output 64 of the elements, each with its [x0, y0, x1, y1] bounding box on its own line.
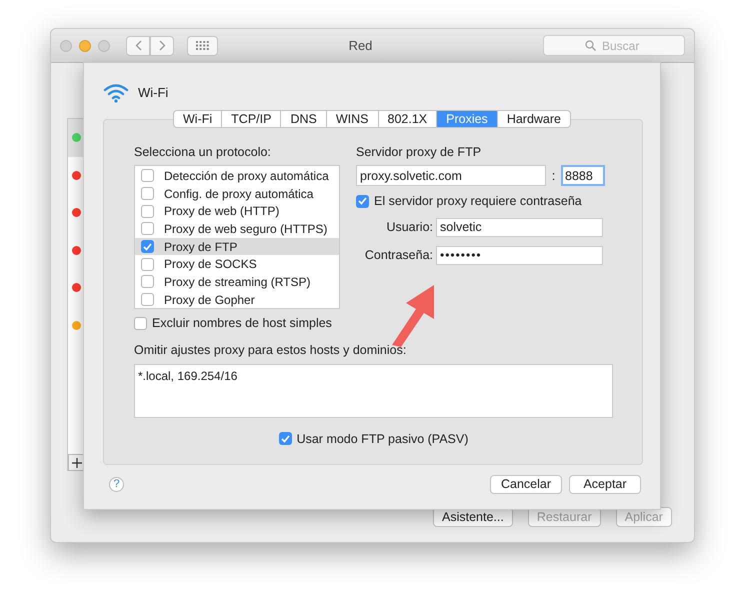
- protocol-label: Proxy de Gopher: [164, 292, 255, 309]
- tab[interactable]: DNS: [281, 110, 327, 128]
- protocol-row[interactable]: Proxy de web seguro (HTTPS): [135, 220, 339, 238]
- username-field[interactable]: solvetic: [436, 218, 603, 237]
- protocol-label: Detección de proxy automática: [164, 168, 329, 185]
- grid-button[interactable]: [187, 36, 218, 56]
- checkbox[interactable]: [141, 240, 154, 254]
- dialog-button[interactable]: Aceptar: [569, 475, 641, 494]
- checkbox-label[interactable]: El servidor proxy requiere contraseña: [374, 192, 582, 211]
- checkbox-label[interactable]: Excluir nombres de host simples: [152, 314, 332, 333]
- checkbox[interactable]: [278, 432, 292, 446]
- checkbox[interactable]: [141, 275, 154, 288]
- protocol-label: Config. de proxy automática: [164, 186, 314, 203]
- search-field[interactable]: Buscar: [543, 35, 685, 56]
- protocol-label: Proxy de FTP: [164, 238, 238, 256]
- protocol-label: Proxy de streaming (RTSP): [164, 274, 310, 291]
- protocol-row[interactable]: Proxy de streaming (RTSP): [135, 273, 339, 291]
- checkbox[interactable]: [356, 194, 369, 208]
- checkbox[interactable]: [141, 293, 154, 306]
- field-label: Contraseña:: [364, 246, 434, 264]
- separator: :: [550, 166, 556, 185]
- section-label: Selecciona un protocolo:: [134, 144, 272, 159]
- protocol-row[interactable]: Proxy de web (HTTP): [135, 202, 339, 220]
- protocol-row[interactable]: Config. de proxy automática: [135, 184, 339, 202]
- chevron-right-icon: [158, 40, 166, 51]
- field-label: Usuario:: [385, 218, 434, 236]
- close-button[interactable]: [60, 40, 72, 52]
- section-label: Servidor proxy de FTP: [356, 144, 482, 159]
- checkbox[interactable]: [141, 204, 154, 218]
- protocol-label: Proxy de web seguro (HTTPS): [164, 220, 328, 238]
- host-field[interactable]: proxy.solvetic.com: [356, 165, 546, 186]
- protocol-row[interactable]: Proxy de SOCKS: [135, 255, 339, 274]
- protocol-label: Proxy de SOCKS: [164, 256, 257, 274]
- tab[interactable]: Wi-Fi: [173, 110, 222, 128]
- protocol-row[interactable]: Proxy de Gopher: [135, 290, 339, 308]
- checkbox[interactable]: [141, 169, 154, 182]
- tab[interactable]: 802.1X: [378, 110, 438, 128]
- search-icon: [585, 40, 596, 51]
- chevron-left-icon: [134, 40, 142, 51]
- wifi-icon: [103, 83, 129, 103]
- tab[interactable]: WINS: [326, 110, 378, 128]
- bypass-field[interactable]: *.local, 169.254/16: [134, 364, 613, 418]
- window-title: Red: [348, 36, 374, 55]
- section-label: Omitir ajustes proxy para estos hosts y dominios:: [134, 342, 408, 359]
- back-button[interactable]: [126, 36, 150, 56]
- checkbox-label[interactable]: Usar modo FTP pasivo (PASV): [296, 430, 468, 448]
- protocol-row[interactable]: Proxy de FTP: [135, 238, 339, 256]
- checkbox[interactable]: [134, 316, 147, 330]
- sheet-title: Wi-Fi: [138, 84, 168, 102]
- checkbox[interactable]: [141, 187, 154, 200]
- tab[interactable]: TCP/IP: [222, 110, 282, 128]
- port-field[interactable]: 8888: [561, 165, 605, 186]
- checkbox[interactable]: [141, 222, 154, 236]
- minimize-button[interactable]: [79, 40, 91, 52]
- tab[interactable]: Hardware: [498, 110, 571, 128]
- zoom-button[interactable]: [98, 40, 110, 52]
- grid-icon: [196, 41, 209, 50]
- plus-icon: [72, 458, 82, 468]
- dialog-button[interactable]: Cancelar: [490, 475, 562, 494]
- password-field[interactable]: ••••••••: [436, 246, 603, 265]
- checkbox[interactable]: [141, 258, 154, 271]
- protocol-row[interactable]: Detección de proxy automática: [135, 167, 339, 185]
- forward-button[interactable]: [150, 36, 174, 56]
- protocol-label: Proxy de web (HTTP): [164, 203, 280, 220]
